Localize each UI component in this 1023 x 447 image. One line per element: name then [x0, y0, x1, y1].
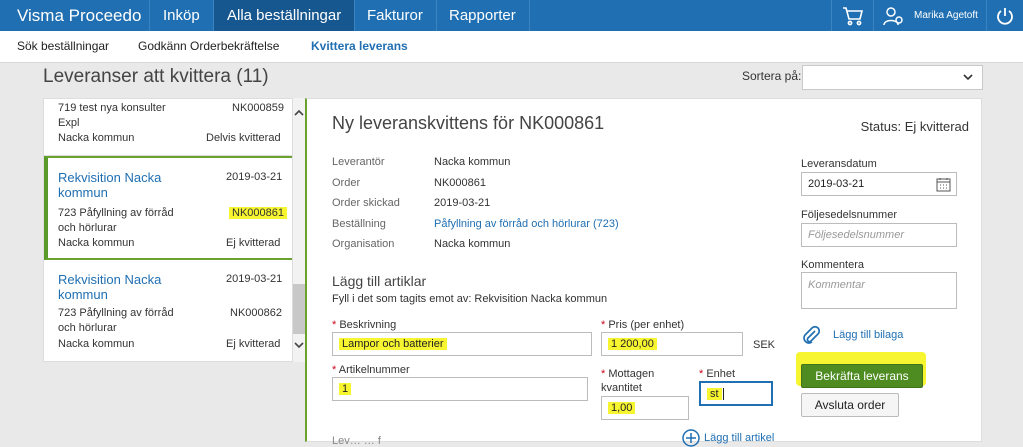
list-item-title: Rekvisition Nacka kommun: [58, 170, 162, 200]
enhet-label: * Enhet: [699, 368, 736, 380]
add-attachment-label: Lägg till bilaga: [833, 329, 904, 341]
power-icon[interactable]: [986, 0, 1023, 31]
nav-inkop[interactable]: Inköp: [150, 0, 214, 31]
add-attachment-link[interactable]: Lägg till bilaga: [801, 325, 903, 345]
nav-rapporter[interactable]: Rapporter: [436, 0, 530, 31]
truncated-section-label: Lev… … f: [332, 435, 381, 447]
cart-icon[interactable]: [831, 0, 873, 31]
list-item-status: Ej kvitterad: [226, 237, 281, 249]
tab-godkann-orderbekraftelse[interactable]: Godkänn Orderbekräftelse: [138, 31, 279, 63]
add-item-label: Lägg till artikel: [704, 432, 775, 444]
list-item[interactable]: 719 test nya konsulter Expl NK000859 Nac…: [44, 99, 292, 156]
kommentera-label: Kommentera: [801, 259, 864, 271]
info-value-organisation: Nacka kommun: [434, 238, 511, 250]
beskrivning-input[interactable]: Lampor och batterier: [332, 332, 592, 356]
add-item-link[interactable]: Lägg till artikel: [682, 429, 774, 447]
chevron-down-icon: [963, 74, 973, 81]
list-item-number: NK000861: [229, 207, 287, 219]
list-item-desc-1: 719 test nya konsulter: [58, 102, 166, 114]
sub-navigation: Sök beställningar Godkänn Orderbekräftel…: [0, 31, 1023, 63]
section-subtitle: Fyll i det som tagits emot av: Rekvisiti…: [332, 293, 608, 305]
beskrivning-label: * Beskrivning: [332, 319, 397, 331]
panel-title: Ny leveranskvittens för NK000861: [332, 113, 605, 133]
list-scrollbar[interactable]: [293, 98, 305, 362]
user-settings-icon[interactable]: [873, 0, 911, 31]
scroll-thumb[interactable]: [293, 284, 305, 334]
mottagen-kvantitet-input[interactable]: 1,00: [601, 396, 689, 420]
list-item-desc-1: 723 Påfyllning av förråd: [58, 307, 174, 319]
info-value-order: NK000861: [434, 177, 486, 189]
list-item-desc-2: och hörlurar: [58, 322, 117, 334]
plus-circle-icon: [682, 429, 700, 447]
top-navigation: Visma Proceedo Inköp Alla beställningar …: [0, 0, 1023, 31]
page-title: Leveranser att kvittera (11): [43, 66, 269, 87]
info-value-order-skickad: 2019-03-21: [434, 197, 491, 209]
info-label-order-skickad: Order skickad: [332, 197, 400, 209]
currency-label: SEK: [753, 339, 776, 351]
info-label-order: Order: [332, 177, 361, 189]
leveransdatum-label: Leveransdatum: [801, 158, 877, 170]
foljesedelsnummer-input[interactable]: Följesedelsnummer: [801, 223, 957, 247]
info-value-leverantor: Nacka kommun: [434, 156, 511, 168]
list-item-selected[interactable]: Rekvisition Nacka kommun 2019-03-21 723 …: [44, 156, 292, 260]
mottagen-kvantitet-label: * Mottagen kvantitet: [601, 368, 655, 394]
tab-sok-bestallningar[interactable]: Sök beställningar: [17, 31, 109, 63]
list-item-number: NK000862: [230, 307, 282, 319]
sort-label: Sortera på:: [742, 69, 802, 83]
list-item-number: NK000859: [232, 102, 284, 114]
artikelnummer-input[interactable]: 1: [332, 377, 588, 401]
chevron-down-icon[interactable]: [294, 340, 304, 350]
list-item-org: Nacka kommun: [58, 338, 135, 350]
delivery-list: 719 test nya konsulter Expl NK000859 Nac…: [43, 98, 293, 362]
list-item-date: 2019-03-21: [226, 273, 283, 285]
calendar-icon[interactable]: [936, 177, 951, 192]
pris-input[interactable]: 1 200,00: [601, 332, 743, 356]
confirm-delivery-button[interactable]: Bekräfta leverans: [801, 364, 923, 388]
info-label-leverantor: Leverantör: [332, 156, 385, 168]
info-link-bestallning[interactable]: Påfyllning av förråd och hörlurar (723): [434, 218, 619, 230]
info-label-organisation: Organisation: [332, 238, 395, 250]
list-item-title: Rekvisition Nacka kommun: [58, 272, 162, 302]
info-label-bestallning: Beställning: [332, 218, 386, 230]
list-item-desc-2: Expl: [58, 117, 80, 129]
tab-kvittera-leverans[interactable]: Kvittera leverans: [311, 31, 408, 63]
list-item-status: Ej kvitterad: [226, 338, 281, 350]
list-item-status: Delvis kvitterad: [206, 132, 281, 144]
close-order-button[interactable]: Avsluta order: [801, 393, 899, 417]
user-name[interactable]: Marika Agetoft: [914, 0, 978, 31]
pris-label: * Pris (per enhet): [601, 319, 685, 331]
leveransdatum-input[interactable]: 2019-03-21: [801, 172, 957, 196]
sort-select[interactable]: [802, 65, 983, 90]
artikelnummer-label: * Artikelnummer: [332, 364, 410, 376]
section-title: Lägg till artiklar: [332, 273, 427, 289]
nav-alla-bestallningar[interactable]: Alla beställningar: [214, 0, 356, 31]
kommentar-textarea[interactable]: Kommentar: [801, 272, 957, 309]
list-item-desc-2: och hörlurar: [58, 222, 117, 234]
list-item-org: Nacka kommun: [58, 237, 135, 249]
delivery-receipt-panel: Ny leveranskvittens för NK000861 Status:…: [305, 98, 982, 447]
status-text: Status: Ej kvitterad: [860, 119, 969, 134]
brand-logo[interactable]: Visma Proceedo: [0, 0, 150, 31]
chevron-up-icon[interactable]: [294, 108, 304, 118]
list-item-org: Nacka kommun: [58, 132, 135, 144]
list-item-desc-1: 723 Påfyllning av förråd: [58, 207, 174, 219]
enhet-input[interactable]: st: [699, 381, 773, 406]
paperclip-icon: [803, 325, 821, 344]
nav-fakturor[interactable]: Fakturor: [354, 0, 437, 31]
foljesedelsnummer-label: Följesedelsnummer: [801, 209, 897, 221]
list-item[interactable]: Rekvisition Nacka kommun 2019-03-21 723 …: [44, 261, 292, 361]
list-item-date: 2019-03-21: [226, 171, 283, 183]
